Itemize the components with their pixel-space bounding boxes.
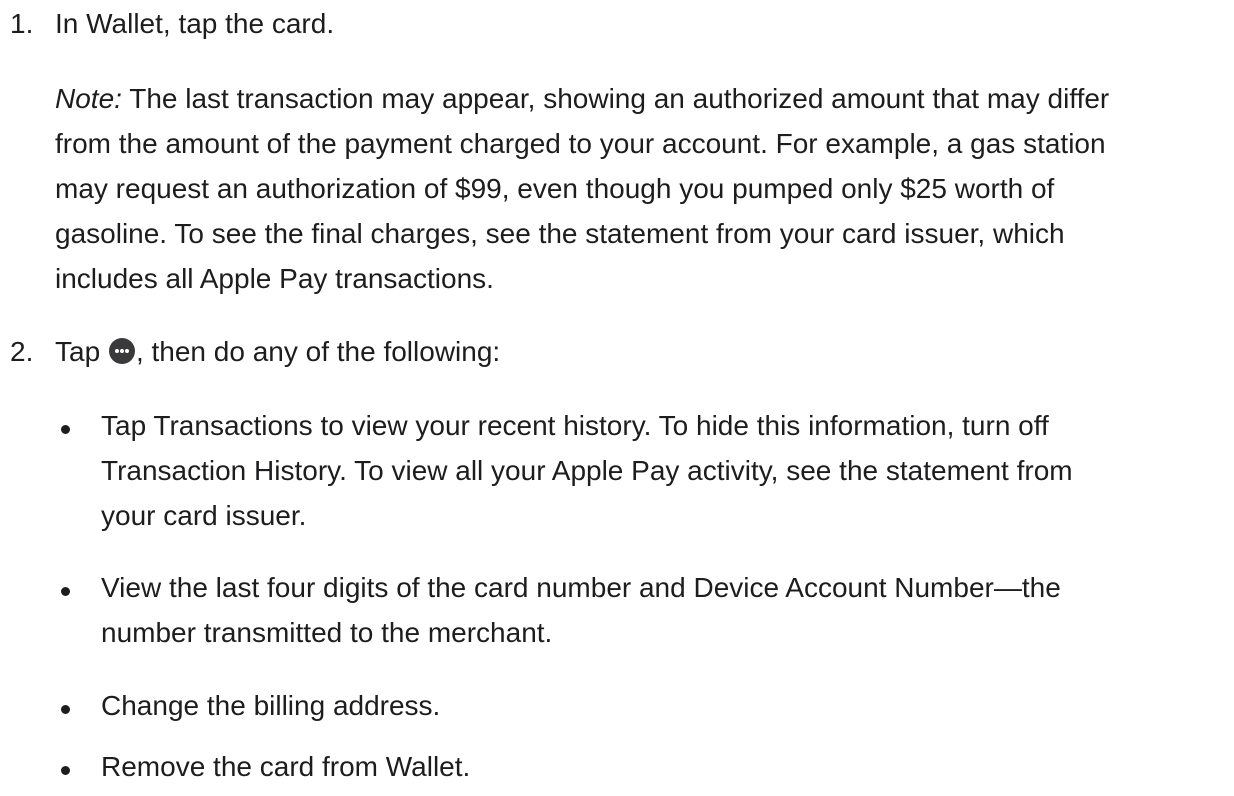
note-line-2: from the amount of the payment charged t… [55, 128, 1106, 159]
step-2-text: Tap , then do any of the following: [55, 336, 501, 367]
step-1-text: In Wallet, tap the card. [55, 8, 335, 39]
bullet-dot-icon [61, 587, 70, 596]
bullet-text: Remove the card from Wallet. [101, 751, 471, 782]
bullet-text: View the last four digits of the card nu… [101, 572, 1061, 648]
note-line-1: Note: The last transaction may appear, s… [55, 83, 1110, 114]
step-1-note: Note: The last transaction may appear, s… [55, 76, 1234, 301]
note-label: Note: [55, 83, 122, 114]
bullet-dot-icon [61, 705, 70, 714]
bullet-dot-icon [61, 766, 70, 775]
note-line-3: may request an authorization of $99, eve… [55, 173, 1055, 204]
bullet-dot-icon [61, 425, 70, 434]
step-1-number: 1. [10, 8, 34, 39]
step-2-number: 2. [10, 336, 34, 367]
bullet-text: Tap Transactions to view your recent his… [101, 410, 1073, 531]
note-line-4: gasoline. To see the final charges, see … [55, 218, 1065, 249]
more-icon [108, 338, 135, 364]
bullet-text: Change the billing address. [101, 690, 441, 721]
note-line-5: includes all Apple Pay transactions. [55, 263, 494, 294]
